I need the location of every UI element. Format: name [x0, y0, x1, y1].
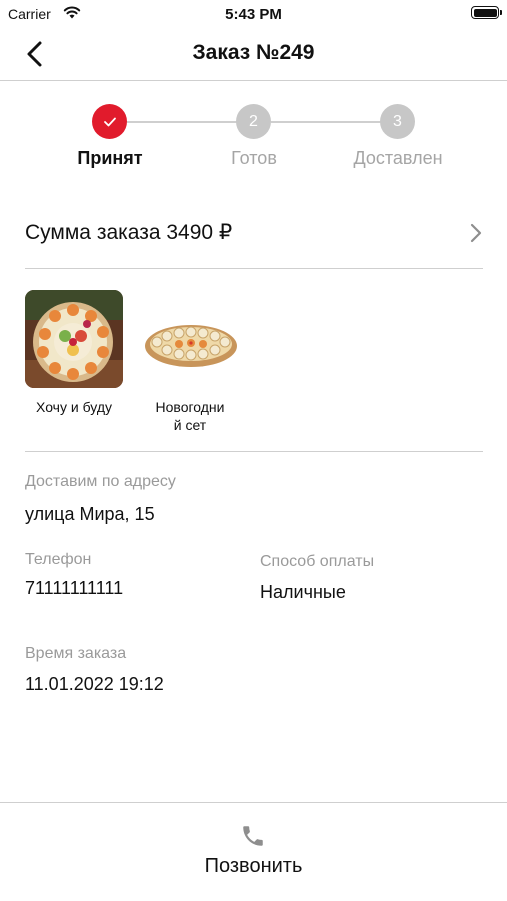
delivery-address-label: Доставим по адресу [25, 473, 176, 490]
step-ready-label: Готов [231, 148, 277, 168]
sushi-set-photo [25, 290, 123, 388]
call-button-label: Позвонить [204, 855, 303, 877]
phone-icon [243, 826, 263, 846]
payment-method-label: Способ оплаты [260, 553, 375, 570]
clock: 5:43 PM [225, 6, 282, 23]
step-accepted-label: Принят [77, 148, 143, 168]
step-delivered-label: Доставлен [353, 148, 443, 168]
order-status-stepper: 2 3 Принят Готов Доставлен [0, 104, 507, 174]
battery-icon [471, 6, 502, 19]
item-name: Новогодни й сет [155, 399, 225, 433]
order-sum-row[interactable]: Сумма заказа 3490 ₽ [25, 212, 483, 269]
phone-label: Телефон [25, 551, 92, 568]
order-time-label: Время заказа [25, 645, 127, 662]
delivery-address-value: улица Мира, 15 [25, 504, 155, 524]
call-button[interactable]: Позвонить [0, 802, 507, 901]
item-name: Хочу и буду [36, 399, 112, 415]
step-accepted-circle [92, 104, 127, 139]
payment-method-value: Наличные [260, 582, 346, 602]
stepper-connector [271, 121, 381, 123]
chevron-right-icon [470, 223, 482, 243]
checkmark-icon [103, 117, 116, 126]
status-bar: Carrier 5:43 PM [0, 0, 507, 28]
phone-value: 71111111111 [25, 578, 124, 598]
order-sum-label: Сумма заказа 3490 ₽ [25, 221, 233, 244]
step-delivered-circle: 3 [380, 104, 415, 139]
stepper-connector [127, 121, 237, 123]
navigation-bar: Заказ №249 [0, 28, 507, 81]
page-title: Заказ №249 [192, 41, 315, 64]
order-time-value: 11.01.2022 19:12 [25, 674, 164, 694]
order-items: Хочу и буду Новогодни й сет [25, 290, 483, 452]
new-year-set-photo [141, 290, 239, 388]
step-ready-circle: 2 [236, 104, 271, 139]
